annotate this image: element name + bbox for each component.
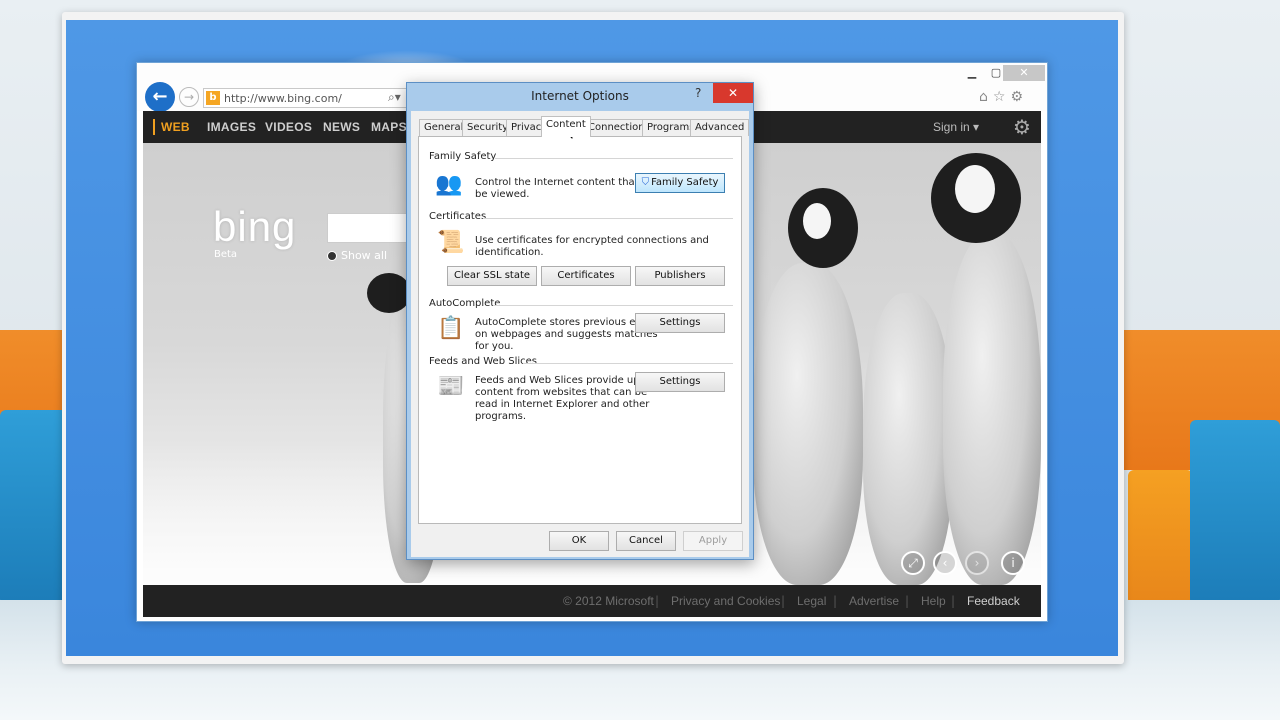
feeds-icon: 📰 [437,374,465,399]
publishers-button[interactable]: Publishers [635,266,725,286]
search-icon[interactable]: ⌕▾ [388,90,401,105]
footer-privacy-link[interactable]: Privacy and Cookies [671,594,780,608]
sign-in-link[interactable]: Sign in ▾ [933,120,979,134]
footer-separator: | [833,594,838,608]
penguin-image [943,233,1041,585]
group-divider [483,218,733,219]
tab-advanced[interactable]: Advanced [690,119,750,136]
content-tab-panel: Family Safety 👥 Control the Internet con… [418,136,742,524]
bing-logo: bing [213,203,297,250]
help-icon[interactable]: ? [695,86,701,100]
family-safety-group-title: Family Safety [429,151,497,162]
penguin-image [863,293,953,585]
penguin-head [367,273,411,313]
nav-maps[interactable]: MAPS [371,120,407,134]
tools-gear-icon[interactable]: ⚙ [1010,89,1028,105]
desktop-decor-right [1190,420,1280,605]
group-divider [523,363,733,364]
show-all-label: Show all [341,249,388,262]
penguin-image [753,263,863,585]
favorites-star-icon[interactable]: ☆ [993,89,1011,105]
autocomplete-group-title: AutoComplete [429,298,501,309]
footer-copyright: © 2012 Microsoft [563,594,654,608]
bing-settings-gear-icon[interactable]: ⚙ [1013,115,1031,139]
close-window-icon[interactable]: ✕ [1003,65,1045,81]
certificates-group-title: Certificates [429,211,487,222]
footer-separator: | [655,594,660,608]
address-text: http://www.bing.com/ [224,92,342,105]
family-safety-icon: 👥 [435,172,463,197]
uac-shield-icon: ⛉ [641,177,650,188]
nav-news[interactable]: NEWS [323,120,360,134]
certificate-icon: 📜 [437,230,465,255]
address-bar[interactable]: b http://www.bing.com/ ⌕▾ [203,88,411,108]
tab-general[interactable]: General [419,119,469,136]
autocomplete-icon: 📋 [437,316,465,341]
penguin-face [803,203,831,239]
nav-videos[interactable]: VIDEOS [265,120,312,134]
home-icon[interactable]: ⌂ [979,89,993,105]
bing-search-input[interactable] [327,213,417,243]
desktop-decor-orange [1128,470,1193,605]
dialog-body: General Security Privacy Content Connect… [411,111,750,557]
footer-separator: | [951,594,956,608]
apply-button[interactable]: Apply [683,531,743,551]
group-divider [495,158,733,159]
cancel-button[interactable]: Cancel [616,531,676,551]
feeds-settings-button[interactable]: Settings [635,372,725,392]
back-arrow-icon[interactable]: ← [145,82,175,112]
family-safety-text-line-2: be viewed. [475,189,530,200]
feeds-group-title: Feeds and Web Slices [429,356,537,367]
autocomplete-settings-button[interactable]: Settings [635,313,725,333]
family-safety-button-label: Family Safety [651,177,719,188]
family-safety-text-line-1: Control the Internet content that can [475,177,660,188]
tab-content[interactable]: Content [541,116,591,137]
certificates-button[interactable]: Certificates [541,266,631,286]
footer-help-link[interactable]: Help [921,594,946,608]
penguin-face [955,165,995,213]
show-all-option[interactable]: Show all [327,249,387,262]
feeds-text-line-4: programs. [475,411,527,422]
bing-favicon-icon: b [206,91,220,105]
dialog-close-icon[interactable]: ✕ [713,83,753,103]
maximize-icon[interactable]: ▢ [989,65,1003,81]
family-safety-text: Control the Internet content that can be… [475,177,660,201]
expand-image-icon[interactable]: ⤢ [901,551,925,575]
internet-options-dialog: Internet Options ? ✕ General Security Pr… [406,82,754,560]
autocomplete-text-line-3: for you. [475,341,514,352]
footer-legal-link[interactable]: Legal [797,594,826,608]
nav-images[interactable]: IMAGES [207,120,256,134]
minimize-icon[interactable]: ▁ [965,65,979,81]
footer-advertise-link[interactable]: Advertise [849,594,899,608]
info-icon[interactable]: i [1001,551,1025,575]
ok-button[interactable]: OK [549,531,609,551]
footer-feedback-link[interactable]: Feedback [967,594,1020,608]
feeds-text-line-3: read in Internet Explorer and other [475,399,650,410]
family-safety-button[interactable]: ⛉ Family Safety [635,173,725,193]
group-divider [493,305,733,306]
bing-footer: © 2012 Microsoft | Privacy and Cookies |… [143,585,1041,617]
previous-image-icon[interactable]: ‹ [933,551,957,575]
certificates-text: Use certificates for encrypted connectio… [475,235,709,258]
bing-beta-label: Beta [214,249,238,260]
footer-separator: | [905,594,910,608]
clear-ssl-state-button[interactable]: Clear SSL state [447,266,537,286]
nav-active-marker [153,119,155,135]
radio-icon[interactable] [327,251,337,261]
footer-separator: | [781,594,786,608]
desktop-decor-left [0,410,70,605]
ie-toolbar-icons: ⌂☆⚙ [979,89,1028,105]
nav-web[interactable]: WEB [161,120,190,134]
next-image-icon[interactable]: › [965,551,989,575]
forward-arrow-icon[interactable]: → [179,87,199,107]
